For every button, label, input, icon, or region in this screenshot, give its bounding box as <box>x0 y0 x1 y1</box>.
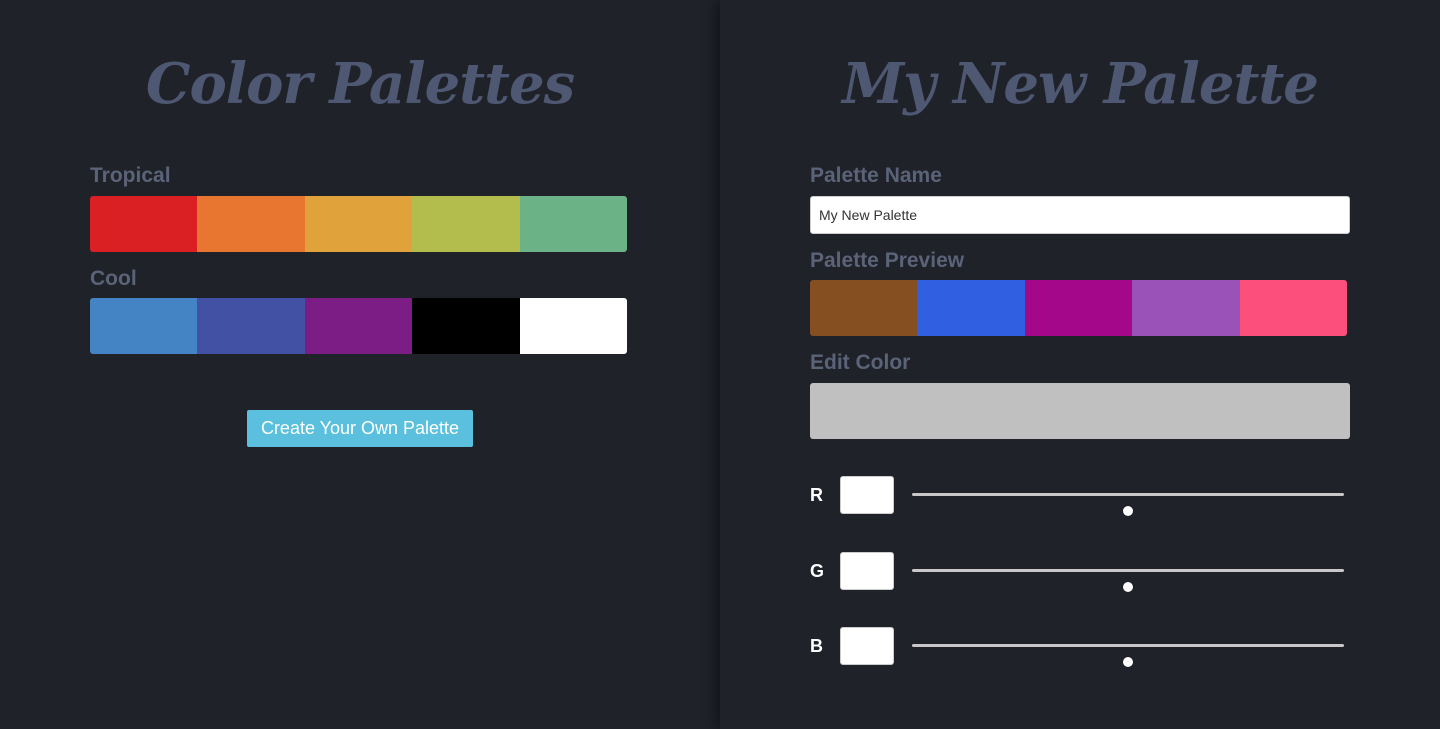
red-value-input[interactable] <box>840 476 894 514</box>
blue-channel-label: B <box>810 636 823 656</box>
cool-swatch-2[interactable] <box>197 298 305 354</box>
palette-name-label: Palette Name <box>810 164 942 187</box>
preview-swatch-2[interactable] <box>917 280 1025 336</box>
cool-swatch-3[interactable] <box>304 298 413 354</box>
tropical-swatch-4[interactable] <box>412 196 520 252</box>
red-slider[interactable] <box>912 493 1344 516</box>
tropical-swatch-5[interactable] <box>519 196 627 252</box>
palette-preview-label: Palette Preview <box>810 249 965 272</box>
blue-channel-row: B <box>810 627 1350 667</box>
palette-name-tropical: Tropical <box>90 164 171 187</box>
preview-swatch-1[interactable] <box>810 280 918 336</box>
preview-swatch-3[interactable] <box>1024 280 1133 336</box>
palette-name-cool: Cool <box>90 267 137 290</box>
palette-tropical[interactable] <box>90 196 627 252</box>
cool-swatch-1[interactable] <box>90 298 198 354</box>
tropical-swatch-2[interactable] <box>197 196 305 252</box>
palettes-panel: Color Palettes Tropical Cool Create Your… <box>0 0 720 729</box>
tropical-swatch-1[interactable] <box>90 196 198 252</box>
preview-swatch-5[interactable] <box>1239 280 1347 336</box>
edit-color-label: Edit Color <box>810 351 911 374</box>
green-channel-row: G <box>810 552 1350 592</box>
green-slider-handle[interactable] <box>1123 582 1133 592</box>
blue-slider-handle[interactable] <box>1123 657 1133 667</box>
green-channel-label: G <box>810 561 825 581</box>
preview-swatch-4[interactable] <box>1132 280 1240 336</box>
cool-swatch-4[interactable] <box>412 298 520 354</box>
new-palette-title: My New Palette <box>842 51 1319 117</box>
edit-color-preview <box>810 383 1350 439</box>
palette-name-input[interactable] <box>810 196 1350 234</box>
blue-slider[interactable] <box>912 644 1344 667</box>
page-title: Color Palettes <box>145 51 575 117</box>
green-slider[interactable] <box>912 569 1344 592</box>
palette-preview[interactable] <box>810 280 1347 336</box>
red-channel-row: R <box>810 476 1350 516</box>
cool-swatch-5[interactable] <box>519 298 627 354</box>
blue-value-input[interactable] <box>840 627 894 665</box>
green-value-input[interactable] <box>840 552 894 590</box>
red-channel-label: R <box>810 485 823 505</box>
create-palette-button[interactable]: Create Your Own Palette <box>247 410 473 447</box>
new-palette-panel: My New Palette Palette Name Palette Prev… <box>720 0 1440 729</box>
tropical-swatch-3[interactable] <box>304 196 413 252</box>
red-slider-handle[interactable] <box>1123 506 1133 516</box>
palette-cool[interactable] <box>90 298 627 354</box>
